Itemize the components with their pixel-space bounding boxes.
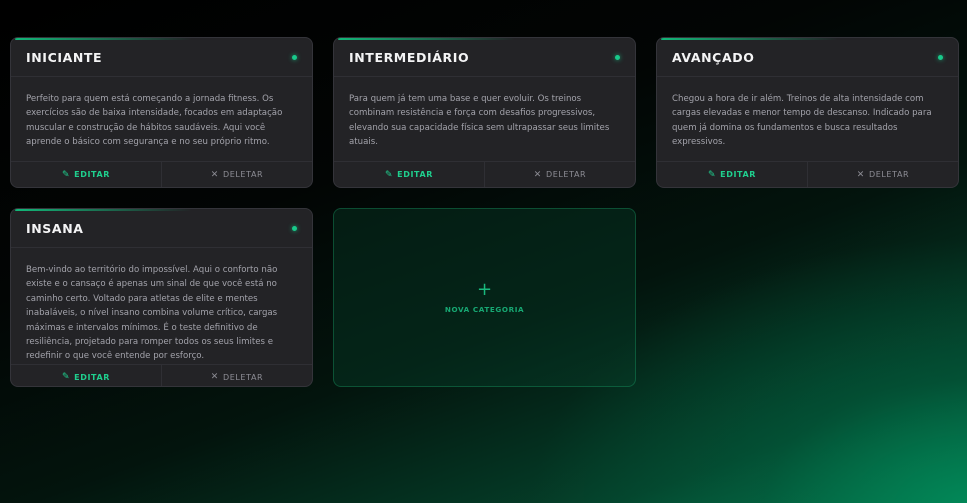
new-category-button[interactable]: + NOVA CATEGORIA — [333, 208, 636, 387]
category-grid: INICIANTE Perfeito para quem está começa… — [10, 37, 959, 387]
pencil-icon: ✎ — [61, 169, 71, 180]
card-header: INTERMEDIÁRIO — [334, 38, 635, 77]
category-card-avancado: AVANÇADO Chegou a hora de ir além. Trein… — [656, 37, 959, 188]
edit-button[interactable]: ✎ EDITAR — [657, 162, 807, 187]
edit-label: EDITAR — [720, 170, 757, 179]
delete-button[interactable]: ✕ DELETAR — [161, 162, 312, 187]
status-dot-icon — [938, 54, 943, 60]
status-dot-icon — [292, 54, 297, 60]
card-description: Bem-vindo ao território do impossível. A… — [26, 265, 278, 362]
delete-button[interactable]: ✕ DELETAR — [807, 162, 958, 187]
edit-label: EDITAR — [397, 170, 434, 179]
status-dot-icon — [615, 54, 620, 60]
close-icon: ✕ — [210, 169, 219, 180]
new-category-label: NOVA CATEGORIA — [444, 305, 525, 314]
edit-label: EDITAR — [74, 170, 111, 179]
card-title: INSANA — [26, 220, 84, 236]
edit-button[interactable]: ✎ EDITAR — [11, 162, 161, 187]
card-header: INSANA — [11, 209, 312, 248]
card-description: Chegou a hora de ir além. Treinos de alt… — [672, 94, 932, 148]
edit-button[interactable]: ✎ EDITAR — [334, 162, 484, 187]
delete-button[interactable]: ✕ DELETAR — [484, 162, 635, 187]
card-actions: ✎ EDITAR ✕ DELETAR — [334, 161, 635, 187]
delete-label: DELETAR — [222, 372, 264, 382]
card-actions: ✎ EDITAR ✕ DELETAR — [11, 161, 312, 187]
card-header: INICIANTE — [11, 38, 312, 77]
card-title: INICIANTE — [26, 49, 103, 65]
card-title: INTERMEDIÁRIO — [349, 49, 470, 65]
category-card-insana: INSANA Bem-vindo ao território do imposs… — [10, 208, 313, 387]
category-card-intermediario: INTERMEDIÁRIO Para quem já tem uma base … — [333, 37, 636, 188]
close-icon: ✕ — [856, 169, 865, 180]
plus-icon: + — [476, 279, 493, 300]
card-actions: ✎ EDITAR ✕ DELETAR — [11, 363, 312, 386]
close-icon: ✕ — [210, 372, 219, 383]
edit-button[interactable]: ✎ EDITAR — [11, 365, 161, 386]
delete-label: DELETAR — [868, 170, 910, 179]
pencil-icon: ✎ — [61, 372, 71, 383]
delete-button[interactable]: ✕ DELETAR — [161, 364, 312, 386]
card-header: AVANÇADO — [657, 38, 958, 77]
status-dot-icon — [292, 225, 297, 231]
pencil-icon: ✎ — [384, 169, 394, 180]
card-title: AVANÇADO — [672, 49, 755, 65]
close-icon: ✕ — [533, 169, 542, 180]
card-description: Para quem já tem uma base e quer evoluir… — [349, 94, 610, 148]
delete-label: DELETAR — [222, 170, 264, 179]
category-card-iniciante: INICIANTE Perfeito para quem está começa… — [10, 37, 313, 188]
delete-label: DELETAR — [545, 170, 587, 179]
card-actions: ✎ EDITAR ✕ DELETAR — [657, 161, 958, 187]
card-description: Perfeito para quem está começando a jorn… — [26, 94, 283, 148]
pencil-icon: ✎ — [707, 169, 717, 180]
edit-label: EDITAR — [74, 372, 111, 382]
